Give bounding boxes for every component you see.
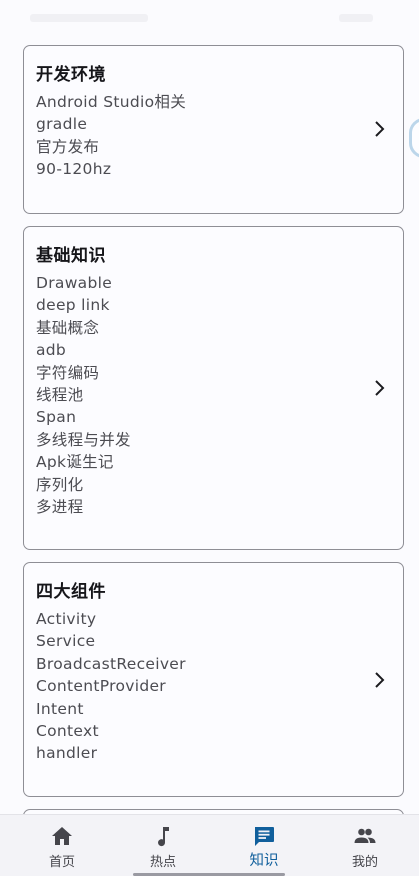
topic-item: BroadcastReceiver (36, 654, 186, 673)
topic-item: 90-120hz (36, 160, 112, 179)
card-topic-list: Drawable deep link 基础概念 adb 字符编码 线程池 Spa… (36, 272, 131, 518)
people-icon (354, 828, 376, 843)
message-icon (255, 827, 274, 846)
topic-item: ContentProvider (36, 677, 166, 696)
app-screen: 开发环境 Android Studio相关 gradle 官方发布 90-120… (0, 0, 419, 876)
topic-item: 字符编码 (36, 363, 100, 382)
floating-action-button[interactable] (409, 118, 419, 158)
chevron-right-icon[interactable] (373, 378, 387, 398)
topic-item: deep link (36, 296, 110, 315)
card-topic-list: Android Studio相关 gradle 官方发布 90-120hz (36, 91, 186, 181)
card-topic-list: Activity Service BroadcastReceiver Conte… (36, 608, 186, 765)
nav-label-knowledge: 知识 (249, 853, 279, 869)
nav-label-home: 首页 (48, 855, 75, 870)
topic-item: 线程池 (36, 385, 84, 404)
topic-item: 基础概念 (36, 318, 100, 337)
nav-item-home[interactable]: 首页 (10, 815, 114, 876)
card-title: 基础知识 (36, 246, 106, 266)
home-icon (52, 827, 72, 845)
nav-label-hot: 热点 (149, 855, 176, 870)
nav-item-mine[interactable]: 我的 (313, 815, 417, 876)
chevron-right-icon[interactable] (373, 670, 387, 690)
status-bar-left (30, 14, 148, 22)
topic-item: Context (36, 721, 99, 740)
nav-item-knowledge[interactable]: 知识 (212, 815, 316, 876)
bottom-navigation-bar: 首页 热点 知识 我的 (0, 814, 419, 876)
topic-item: Android Studio相关 (36, 93, 187, 111)
topic-item: Service (36, 632, 96, 651)
topic-item: 官方发布 (36, 137, 100, 156)
category-card-dev-env[interactable]: 开发环境 Android Studio相关 gradle 官方发布 90-120… (23, 45, 404, 214)
topic-item: handler (36, 744, 98, 763)
topic-item: Intent (36, 699, 84, 718)
status-bar-right (339, 14, 373, 22)
topic-item: 序列化 (36, 475, 84, 494)
status-bar (0, 0, 419, 34)
topic-item: Apk诞生记 (36, 453, 114, 472)
topic-item: Drawable (36, 274, 113, 292)
chevron-right-icon[interactable] (373, 119, 387, 139)
category-card-basics[interactable]: 基础知识 Drawable deep link 基础概念 adb 字符编码 线程… (23, 226, 404, 550)
topic-item: Activity (36, 610, 97, 628)
topic-item: 多进程 (36, 497, 84, 516)
card-title: 开发环境 (36, 65, 106, 85)
nav-item-hot[interactable]: 热点 (111, 815, 215, 876)
topic-item: 多线程与并发 (36, 430, 131, 449)
card-title: 四大组件 (36, 582, 106, 602)
category-card-components[interactable]: 四大组件 Activity Service BroadcastReceiver … (23, 562, 404, 797)
topic-item: gradle (36, 115, 88, 134)
music-note-icon (158, 827, 169, 847)
topic-item: adb (36, 341, 67, 360)
topic-item: Span (36, 408, 77, 427)
nav-label-mine: 我的 (351, 855, 378, 870)
